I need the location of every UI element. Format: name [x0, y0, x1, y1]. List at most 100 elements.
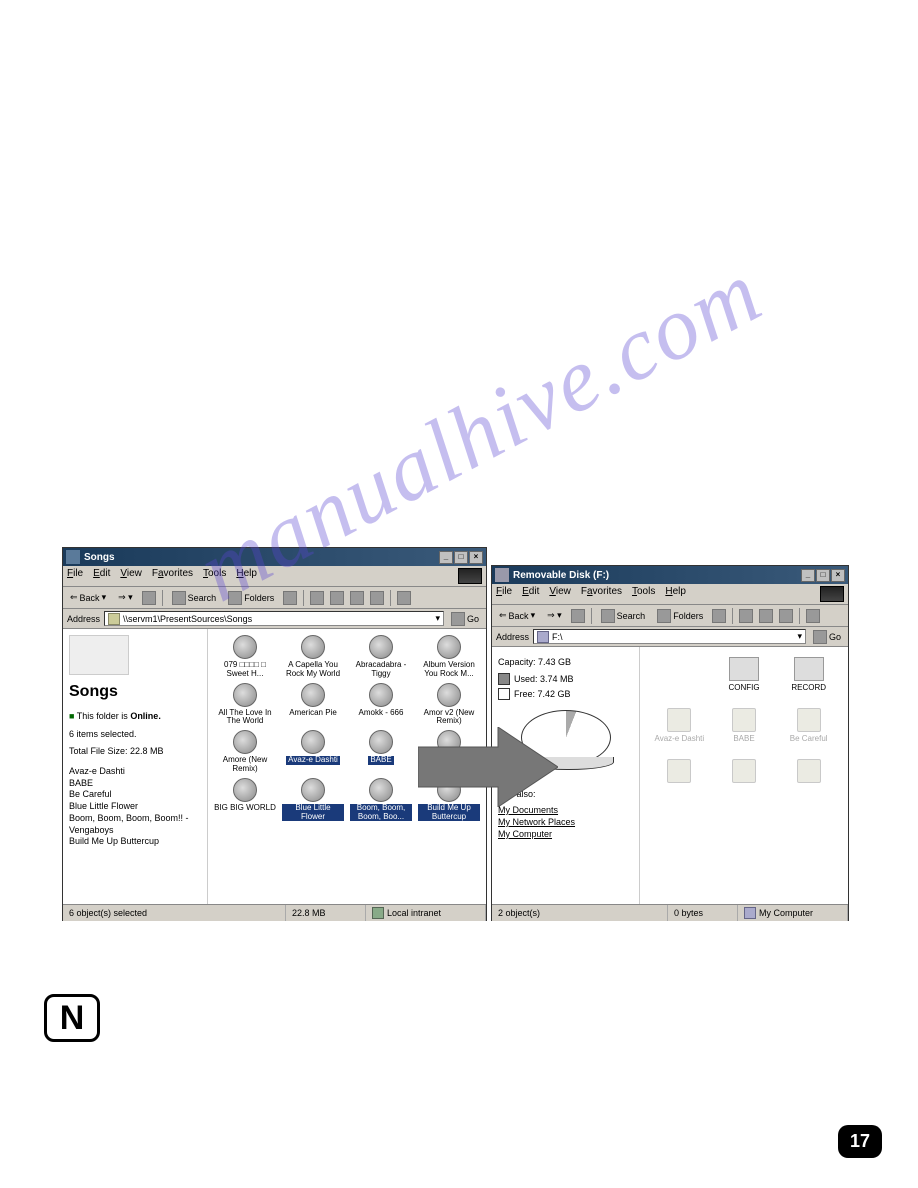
total-size-text: Total File Size: 22.8 MB	[69, 746, 201, 758]
folders-button[interactable]: Folders	[654, 608, 706, 624]
file-label: Album Version You Rock M...	[418, 661, 480, 679]
copy-icon[interactable]	[330, 591, 344, 605]
go-button[interactable]: Go	[448, 611, 482, 627]
file-label: 079 □□□□ □ Sweet H...	[214, 661, 276, 679]
audio-file-icon	[233, 683, 257, 707]
link-my-computer[interactable]: My Computer	[498, 829, 633, 839]
folder-icon	[66, 550, 80, 564]
file-item[interactable]: BIG BIG WORLD	[212, 778, 278, 822]
maximize-button[interactable]: □	[816, 569, 830, 582]
menu-favorites[interactable]: Favorites	[152, 568, 193, 584]
window-controls: _ □ ×	[439, 551, 483, 564]
file-label: Blue Little Flower	[282, 804, 344, 822]
free-row: Free: 7.42 GB	[498, 688, 633, 700]
menu-favorites[interactable]: Favorites	[581, 586, 622, 602]
minimize-button[interactable]: _	[801, 569, 815, 582]
file-item[interactable]: Blue Little Flower	[280, 778, 346, 822]
views-icon[interactable]	[806, 609, 820, 623]
link-my-network-places[interactable]: My Network Places	[498, 817, 633, 827]
move-icon[interactable]	[739, 609, 753, 623]
undo-icon[interactable]	[370, 591, 384, 605]
menu-view[interactable]: View	[120, 568, 142, 584]
address-input[interactable]: \\servm1\PresentSources\Songs ▾	[104, 611, 444, 626]
file-item[interactable]: A Capella You Rock My World	[280, 635, 346, 679]
menu-edit[interactable]: Edit	[522, 586, 539, 602]
drive-icon	[495, 568, 509, 582]
folders-icon	[657, 609, 671, 623]
used-swatch-icon	[498, 673, 510, 685]
file-item[interactable]: Avaz-e Dashti	[280, 730, 346, 774]
delete-icon[interactable]	[350, 591, 364, 605]
list-item: Avaz-e Dashti	[69, 766, 201, 778]
menu-file[interactable]: File	[67, 568, 83, 584]
list-item: BABE	[69, 778, 201, 790]
disk-titlebar[interactable]: Removable Disk (F:) _ □ ×	[492, 566, 848, 584]
dropdown-icon[interactable]: ▾	[435, 613, 440, 624]
file-item[interactable]: BABE	[348, 730, 414, 774]
file-item[interactable]: Album Version You Rock M...	[416, 635, 482, 679]
menu-edit[interactable]: Edit	[93, 568, 110, 584]
file-item[interactable]: Amor v2 (New Remix)	[416, 683, 482, 727]
file-label: All The Love In The World	[214, 709, 276, 727]
close-button[interactable]: ×	[831, 569, 845, 582]
search-icon	[601, 609, 615, 623]
maximize-button[interactable]: □	[454, 551, 468, 564]
go-button[interactable]: Go	[810, 629, 844, 645]
file-label: Abracadabra - Tiggy	[350, 661, 412, 679]
dropdown-icon[interactable]: ▾	[797, 631, 802, 642]
minimize-button[interactable]: _	[439, 551, 453, 564]
menu-help[interactable]: Help	[665, 586, 686, 602]
songs-title: Songs	[84, 552, 439, 563]
zone-icon	[372, 907, 384, 919]
file-label: BIG BIG WORLD	[214, 804, 276, 813]
list-item: Boom, Boom, Boom, Boom!! - Vengaboys	[69, 813, 201, 836]
search-button[interactable]: Search	[169, 590, 220, 606]
separator	[732, 608, 733, 624]
file-item[interactable]: Abracadabra - Tiggy	[348, 635, 414, 679]
forward-button[interactable]: ⇒ ▾	[115, 591, 136, 604]
screenshot-container: Songs _ □ × File Edit View Favorites Too…	[62, 547, 849, 921]
free-swatch-icon	[498, 688, 510, 700]
delete-icon[interactable]	[779, 609, 793, 623]
ghost-file	[650, 759, 709, 785]
history-icon[interactable]	[283, 591, 297, 605]
file-item[interactable]: American Pie	[280, 683, 346, 727]
file-item[interactable]: All The Love In The World	[212, 683, 278, 727]
songs-toolbar: ⇐ Back ▾ ⇒ ▾ Search Folders	[63, 587, 486, 609]
file-icon	[732, 759, 756, 783]
close-button[interactable]: ×	[469, 551, 483, 564]
ghost-file	[715, 759, 774, 785]
back-button[interactable]: ⇐ Back ▾	[496, 609, 538, 622]
forward-button[interactable]: ⇒ ▾	[544, 609, 565, 622]
go-icon	[813, 630, 827, 644]
back-button[interactable]: ⇐ Back ▾	[67, 591, 109, 604]
file-item[interactable]: Amore (New Remix)	[212, 730, 278, 774]
copy-icon[interactable]	[759, 609, 773, 623]
see-also-links: My Documents My Network Places My Comput…	[498, 805, 633, 839]
menu-tools[interactable]: Tools	[203, 568, 226, 584]
menu-help[interactable]: Help	[236, 568, 257, 584]
songs-titlebar[interactable]: Songs _ □ ×	[63, 548, 486, 566]
history-icon[interactable]	[712, 609, 726, 623]
separator	[591, 608, 592, 624]
menu-tools[interactable]: Tools	[632, 586, 655, 602]
up-icon[interactable]	[571, 609, 585, 623]
disk-menubar: File Edit View Favorites Tools Help	[492, 584, 848, 605]
search-button[interactable]: Search	[598, 608, 649, 624]
folders-button[interactable]: Folders	[225, 590, 277, 606]
views-icon[interactable]	[397, 591, 411, 605]
move-icon[interactable]	[310, 591, 324, 605]
up-icon[interactable]	[142, 591, 156, 605]
folder-config[interactable]: CONFIG	[715, 657, 774, 692]
address-input[interactable]: F:\ ▾	[533, 629, 806, 644]
file-item[interactable]: Amokk - 666	[348, 683, 414, 727]
folder-record[interactable]: RECORD	[779, 657, 838, 692]
file-item[interactable]: Boom, Boom, Boom, Boo...	[348, 778, 414, 822]
menu-file[interactable]: File	[496, 586, 512, 602]
file-item[interactable]: 079 □□□□ □ Sweet H...	[212, 635, 278, 679]
menu-view[interactable]: View	[549, 586, 571, 602]
drag-arrow-icon	[418, 727, 558, 807]
capacity-text: Capacity: 7.43 GB	[498, 657, 633, 667]
audio-file-icon	[233, 778, 257, 802]
disk-icon-grid[interactable]: CONFIG RECORD Avaz-e Dashti BABE Be Care…	[640, 647, 848, 904]
